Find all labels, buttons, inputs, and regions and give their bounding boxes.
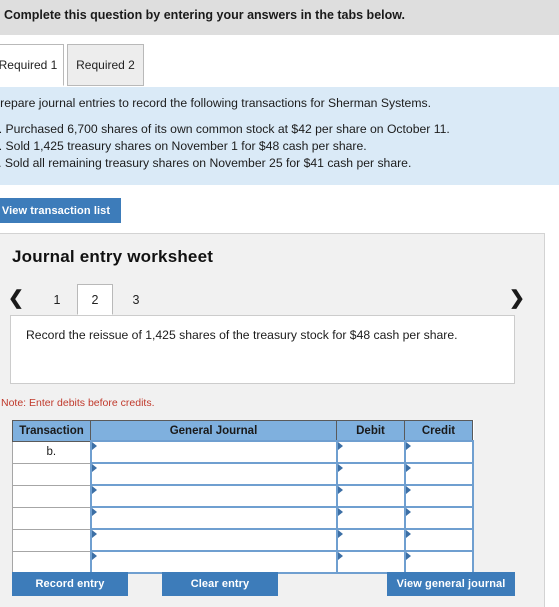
instruction-item-a: a. Purchased 6,700 shares of its own com… <box>0 122 450 136</box>
dropdown-triangle-icon <box>91 530 97 538</box>
dropdown-triangle-icon <box>337 442 343 450</box>
required-tabstrip: Required 1 Required 2 <box>0 44 559 87</box>
cell-general-journal-select[interactable] <box>89 484 338 508</box>
chevron-right-icon[interactable]: ❯ <box>509 285 525 313</box>
cell-transaction: b. <box>12 440 91 464</box>
dropdown-triangle-icon <box>91 442 97 450</box>
cell-general-journal-select[interactable] <box>89 440 338 464</box>
dropdown-triangle-icon <box>91 508 97 516</box>
tab-required-1-label: Required 1 <box>0 58 58 72</box>
dropdown-triangle-icon <box>91 552 97 560</box>
header-credit: Credit <box>404 420 473 442</box>
cell-credit-input[interactable] <box>403 528 474 552</box>
cell-debit-input[interactable] <box>335 506 406 530</box>
cell-transaction <box>12 550 91 574</box>
record-entry-button[interactable]: Record entry <box>12 572 128 596</box>
dropdown-triangle-icon <box>405 530 411 538</box>
banner-text: Complete this question by entering your … <box>4 8 405 22</box>
view-general-journal-button[interactable]: View general journal <box>387 572 515 596</box>
worksheet-pager: ❮ 1 2 3 ❯ <box>0 284 546 316</box>
instructions-list: a. Purchased 6,700 shares of its own com… <box>0 121 450 172</box>
cell-general-journal-select[interactable] <box>89 506 338 530</box>
dropdown-triangle-icon <box>405 486 411 494</box>
cell-transaction <box>12 506 91 530</box>
table-row <box>12 484 474 508</box>
question-page: Complete this question by entering your … <box>0 0 559 607</box>
tab-required-2[interactable]: Required 2 <box>67 44 144 86</box>
cell-credit-input[interactable] <box>403 484 474 508</box>
clear-entry-label: Clear entry <box>190 578 250 590</box>
dropdown-triangle-icon <box>405 508 411 516</box>
dropdown-triangle-icon <box>405 464 411 472</box>
header-general-journal: General Journal <box>90 420 337 442</box>
worksheet-page-3[interactable]: 3 <box>118 284 154 315</box>
dropdown-triangle-icon <box>91 464 97 472</box>
instructions-panel: Prepare journal entries to record the fo… <box>0 87 559 185</box>
view-general-journal-label: View general journal <box>396 578 506 590</box>
clear-entry-button[interactable]: Clear entry <box>162 572 278 596</box>
worksheet-page-2[interactable]: 2 <box>77 284 113 315</box>
dropdown-triangle-icon <box>91 486 97 494</box>
dropdown-triangle-icon <box>337 508 343 516</box>
cell-general-journal-select[interactable] <box>89 462 338 486</box>
view-transaction-list-button[interactable]: View transaction list <box>0 198 121 223</box>
cell-transaction <box>12 528 91 552</box>
header-debit: Debit <box>336 420 405 442</box>
cell-general-journal-select[interactable] <box>89 528 338 552</box>
table-row <box>12 506 474 530</box>
cell-debit-input[interactable] <box>335 528 406 552</box>
record-instruction-text: Record the reissue of 1,425 shares of th… <box>26 328 458 342</box>
cell-transaction <box>12 484 91 508</box>
cell-credit-input[interactable] <box>403 440 474 464</box>
dropdown-triangle-icon <box>405 442 411 450</box>
dropdown-triangle-icon <box>337 552 343 560</box>
cell-debit-input[interactable] <box>335 440 406 464</box>
question-banner: Complete this question by entering your … <box>0 0 559 35</box>
table-row <box>12 528 474 552</box>
cell-debit-input[interactable] <box>335 462 406 486</box>
table-row: b. <box>12 440 474 464</box>
instruction-item-c: c. Sold all remaining treasury shares on… <box>0 156 412 170</box>
worksheet-title: Journal entry worksheet <box>12 247 214 266</box>
chevron-left-icon[interactable]: ❮ <box>8 285 24 313</box>
worksheet-page-3-label: 3 <box>132 292 140 307</box>
record-instruction-box: Record the reissue of 1,425 shares of th… <box>10 315 515 384</box>
journal-entry-worksheet-panel: Journal entry worksheet ❮ 1 2 3 ❯ Record… <box>0 233 545 607</box>
dropdown-triangle-icon <box>337 464 343 472</box>
table-row <box>12 462 474 486</box>
worksheet-page-1-label: 1 <box>53 292 61 307</box>
record-entry-label: Record entry <box>35 578 105 590</box>
worksheet-page-1[interactable]: 1 <box>39 284 75 315</box>
debits-before-credits-note: Note: Enter debits before credits. <box>1 397 155 409</box>
dropdown-triangle-icon <box>405 552 411 560</box>
journal-entry-table: Transaction General Journal Debit Credit… <box>12 420 474 574</box>
cell-general-journal-select[interactable] <box>89 550 338 574</box>
cell-credit-input[interactable] <box>403 550 474 574</box>
tab-required-1[interactable]: Required 1 <box>0 44 64 86</box>
view-transaction-list-label: View transaction list <box>1 204 111 217</box>
instruction-item-b: b. Sold 1,425 treasury shares on Novembe… <box>0 139 367 153</box>
cell-transaction <box>12 462 91 486</box>
header-transaction: Transaction <box>12 420 91 442</box>
dropdown-triangle-icon <box>337 530 343 538</box>
worksheet-page-2-label: 2 <box>91 292 99 307</box>
table-row <box>12 550 474 574</box>
cell-debit-input[interactable] <box>335 484 406 508</box>
tab-required-2-label: Required 2 <box>76 58 135 72</box>
table-header-row: Transaction General Journal Debit Credit <box>12 420 473 442</box>
instructions-intro: Prepare journal entries to record the fo… <box>0 96 431 110</box>
dropdown-triangle-icon <box>337 486 343 494</box>
cell-debit-input[interactable] <box>335 550 406 574</box>
cell-credit-input[interactable] <box>403 462 474 486</box>
cell-credit-input[interactable] <box>403 506 474 530</box>
